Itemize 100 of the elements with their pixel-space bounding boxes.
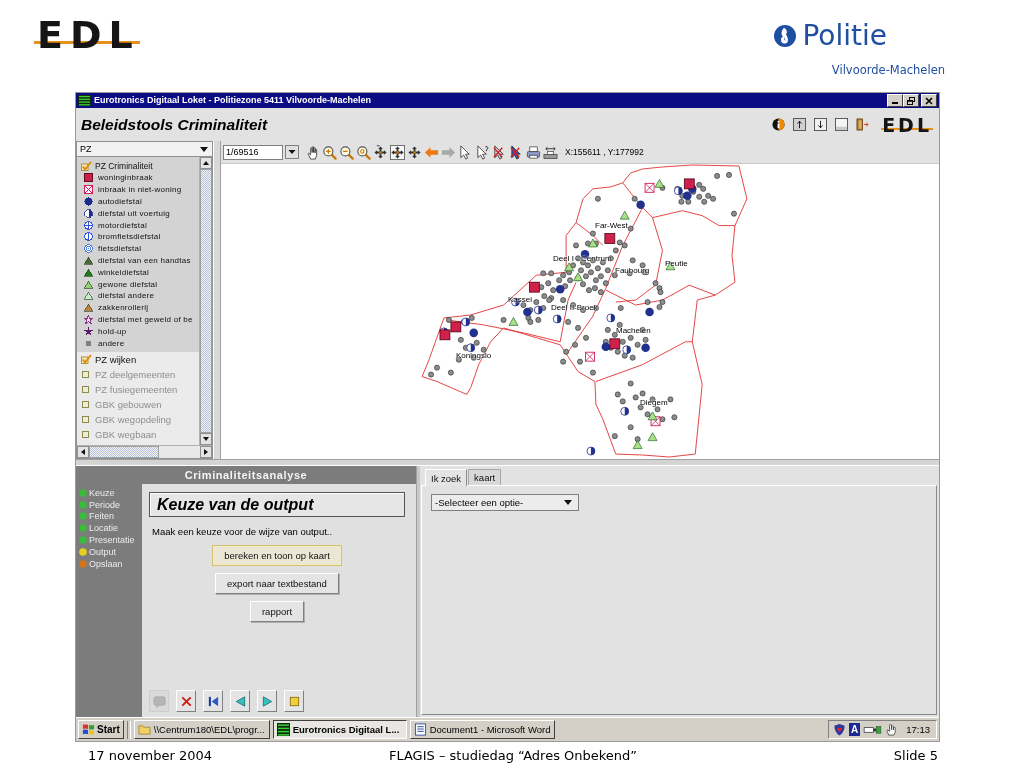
checkbox-icon[interactable] [81, 399, 92, 410]
checkbox-icon[interactable] [81, 429, 92, 440]
document-icon [413, 723, 427, 736]
restore-icon [907, 96, 915, 105]
action-button[interactable]: bereken en toon op kaart [212, 545, 342, 566]
legend-label: diefstal andere [98, 291, 155, 301]
transfer-icon[interactable] [543, 144, 558, 160]
layer-label[interactable]: PZ Criminaliteit [95, 160, 153, 171]
folder-icon [137, 723, 151, 736]
scroll-right-icon[interactable] [200, 446, 212, 458]
taskbar-button[interactable]: \\Centrum180\EDL\progr... [133, 720, 270, 739]
stripes-icon [78, 95, 91, 106]
shield-icon[interactable] [833, 723, 846, 736]
checkbox-icon[interactable] [81, 384, 92, 395]
cross-icon [179, 694, 193, 708]
footer-title: FLAGIS – studiedag “Adres Onbekend” [388, 747, 638, 763]
step-label[interactable]: Locatie [89, 523, 119, 534]
step-label[interactable]: Feiten [89, 511, 114, 522]
layer-dropdown[interactable]: PZ [76, 141, 213, 157]
legend-label: fietsdiefstal [98, 244, 142, 254]
zoom-in-icon[interactable] [322, 144, 337, 160]
scroll-left-icon[interactable] [77, 446, 89, 458]
step-label[interactable]: Keuze [89, 487, 115, 498]
pointer-icon[interactable] [475, 144, 490, 160]
minimize-button[interactable] [887, 94, 903, 107]
caret-icon [200, 146, 208, 152]
arrow-up-icon[interactable] [793, 118, 807, 131]
legend-label: diefstal van een handtas [98, 255, 191, 265]
legend-label: inbraak in niet-woning [98, 185, 182, 195]
taskbar-button[interactable]: Eurotronics Digitaal L... [272, 720, 407, 739]
move-icon[interactable] [390, 144, 405, 160]
cancel-button[interactable] [176, 690, 196, 712]
language-indicator[interactable]: A [849, 723, 861, 736]
triangle-right-icon [260, 694, 274, 708]
arrow-down-icon[interactable] [814, 118, 828, 131]
map-label: Diegem [640, 398, 668, 407]
checkbox-icon[interactable] [81, 354, 92, 365]
pointer-icon[interactable] [458, 144, 473, 160]
scrollbar-thumb[interactable] [89, 446, 159, 458]
minimize-icon [892, 102, 898, 104]
step-label[interactable]: Opslaan [89, 558, 123, 569]
checkbox-icon[interactable] [81, 369, 92, 380]
info-icon[interactable] [772, 118, 786, 131]
magnifier-icon[interactable] [356, 144, 371, 160]
checkbox-icon[interactable] [81, 160, 92, 171]
action-button[interactable]: rapport [249, 601, 305, 622]
pointer-cross-icon[interactable] [509, 144, 524, 160]
legend-label: winkeldiefstal [98, 267, 150, 277]
pointer-cross-icon[interactable] [492, 144, 507, 160]
close-icon [925, 96, 933, 105]
restore-button[interactable] [903, 94, 919, 107]
checkbox-icon[interactable] [81, 414, 92, 425]
tab[interactable]: Ik zoek [425, 469, 468, 486]
speech-bubble-icon [152, 694, 166, 708]
legend-label: gewone diefstal [98, 279, 158, 289]
skip-back-icon [206, 694, 220, 708]
map-label: Peutie [665, 259, 688, 268]
previous-button[interactable] [230, 690, 250, 712]
flag-icon [82, 723, 95, 736]
taskbar-button[interactable]: Document1 - Microsoft Word [409, 720, 556, 739]
move-icon[interactable] [407, 144, 422, 160]
step-label[interactable]: Presentatie [89, 535, 135, 546]
start-button[interactable]: Start [78, 720, 124, 739]
network-icon[interactable] [863, 723, 883, 736]
map-label: Far-West [595, 221, 628, 230]
legend-label: autodiefstal [98, 197, 142, 206]
next-button[interactable] [257, 690, 277, 712]
window-title: Eurotronics Digitaal Loket - Politiezone 5411 Vilvoorde-Machelen [94, 94, 372, 107]
printer-icon[interactable] [526, 144, 541, 160]
legend-label: diefstal met geweld of be [98, 314, 193, 324]
triangle-left-icon [233, 694, 247, 708]
first-button[interactable] [203, 690, 223, 712]
step-label[interactable]: Periode [89, 499, 121, 510]
hand-icon[interactable] [305, 144, 320, 160]
scrollbar-thumb[interactable] [200, 169, 212, 433]
stop-button[interactable] [284, 690, 304, 712]
layer-label[interactable]: PZ wijken [95, 353, 137, 365]
map-label: Machelen [616, 326, 651, 335]
close-button[interactable] [921, 94, 937, 107]
footer-date: 17 november 2004 [88, 747, 213, 763]
scroll-down-icon[interactable] [200, 433, 212, 445]
panel-title: Criminaliteitsanalyse [76, 466, 416, 484]
map-label: Koningslo [456, 351, 492, 360]
tab[interactable]: kaart [468, 469, 502, 485]
option-dropdown[interactable]: -Selecteer een optie- [431, 494, 579, 511]
brand-subtitle: Vilvoorde-Machelen [831, 63, 945, 78]
window-icon[interactable] [835, 118, 849, 131]
scroll-up-icon[interactable] [200, 157, 212, 169]
step-label[interactable]: Output [89, 546, 117, 557]
legend-label: zakkenrollerij [98, 303, 149, 313]
exit-icon[interactable] [856, 118, 870, 131]
stop-icon [287, 694, 301, 708]
action-button[interactable]: export naar textbestand [215, 573, 339, 594]
legend-label: hold-up [98, 326, 127, 336]
brand-name: Politie [802, 20, 887, 51]
clock: 17:13 [906, 724, 930, 735]
instruction-text: Maak een keuze voor de wijze van output.. [152, 526, 334, 538]
hand-icon[interactable] [885, 723, 899, 736]
move-icon[interactable] [373, 144, 388, 160]
zoom-out-icon[interactable] [339, 144, 354, 160]
